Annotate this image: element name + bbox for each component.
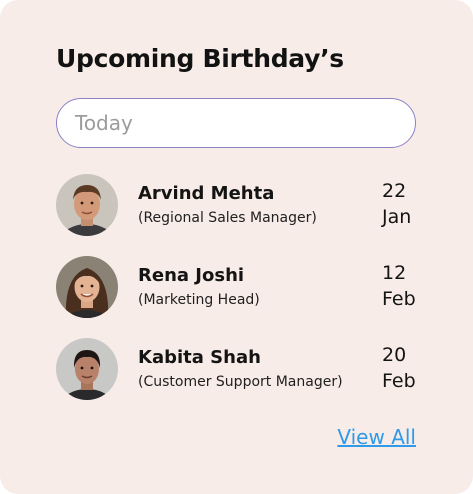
birthday-day: 22 — [382, 180, 407, 202]
birthday-date: 20 Feb — [382, 342, 416, 394]
birthday-list-item[interactable]: Kabita Shah (Customer Support Manager) 2… — [56, 338, 418, 402]
birthday-date: 22 Jan — [382, 178, 411, 230]
birthday-month: Feb — [382, 370, 416, 392]
avatar-rena-joshi — [56, 256, 118, 318]
person-name: Arvind Mehta — [138, 183, 275, 204]
birthday-list-item[interactable]: Arvind Mehta (Regional Sales Manager) 22… — [56, 174, 418, 238]
person-role: (Customer Support Manager) — [138, 374, 343, 390]
card-title: Upcoming Birthday’s — [56, 44, 344, 73]
birthday-day: 20 — [382, 344, 407, 366]
birthday-month: Feb — [382, 288, 416, 310]
birthday-month: Jan — [382, 206, 412, 228]
view-all-link[interactable]: View All — [337, 425, 416, 449]
avatar-arvind-mehta — [56, 174, 118, 236]
person-photo-icon — [56, 256, 118, 318]
person-role: (Regional Sales Manager) — [138, 210, 317, 226]
birthday-list-item[interactable]: Rena Joshi (Marketing Head) 12 Feb — [56, 256, 418, 320]
person-photo-icon — [56, 174, 118, 236]
person-photo-icon — [56, 338, 118, 400]
upcoming-birthdays-card: Upcoming Birthday’s Today Arvind Mehta (… — [0, 0, 473, 494]
date-filter-dropdown[interactable]: Today — [56, 98, 416, 148]
person-role: (Marketing Head) — [138, 292, 260, 308]
person-name: Rena Joshi — [138, 265, 245, 286]
person-name: Kabita Shah — [138, 347, 261, 368]
date-filter-value: Today — [75, 111, 133, 135]
avatar-kabita-shah — [56, 338, 118, 400]
birthday-day: 12 — [382, 262, 407, 284]
birthday-date: 12 Feb — [382, 260, 416, 312]
